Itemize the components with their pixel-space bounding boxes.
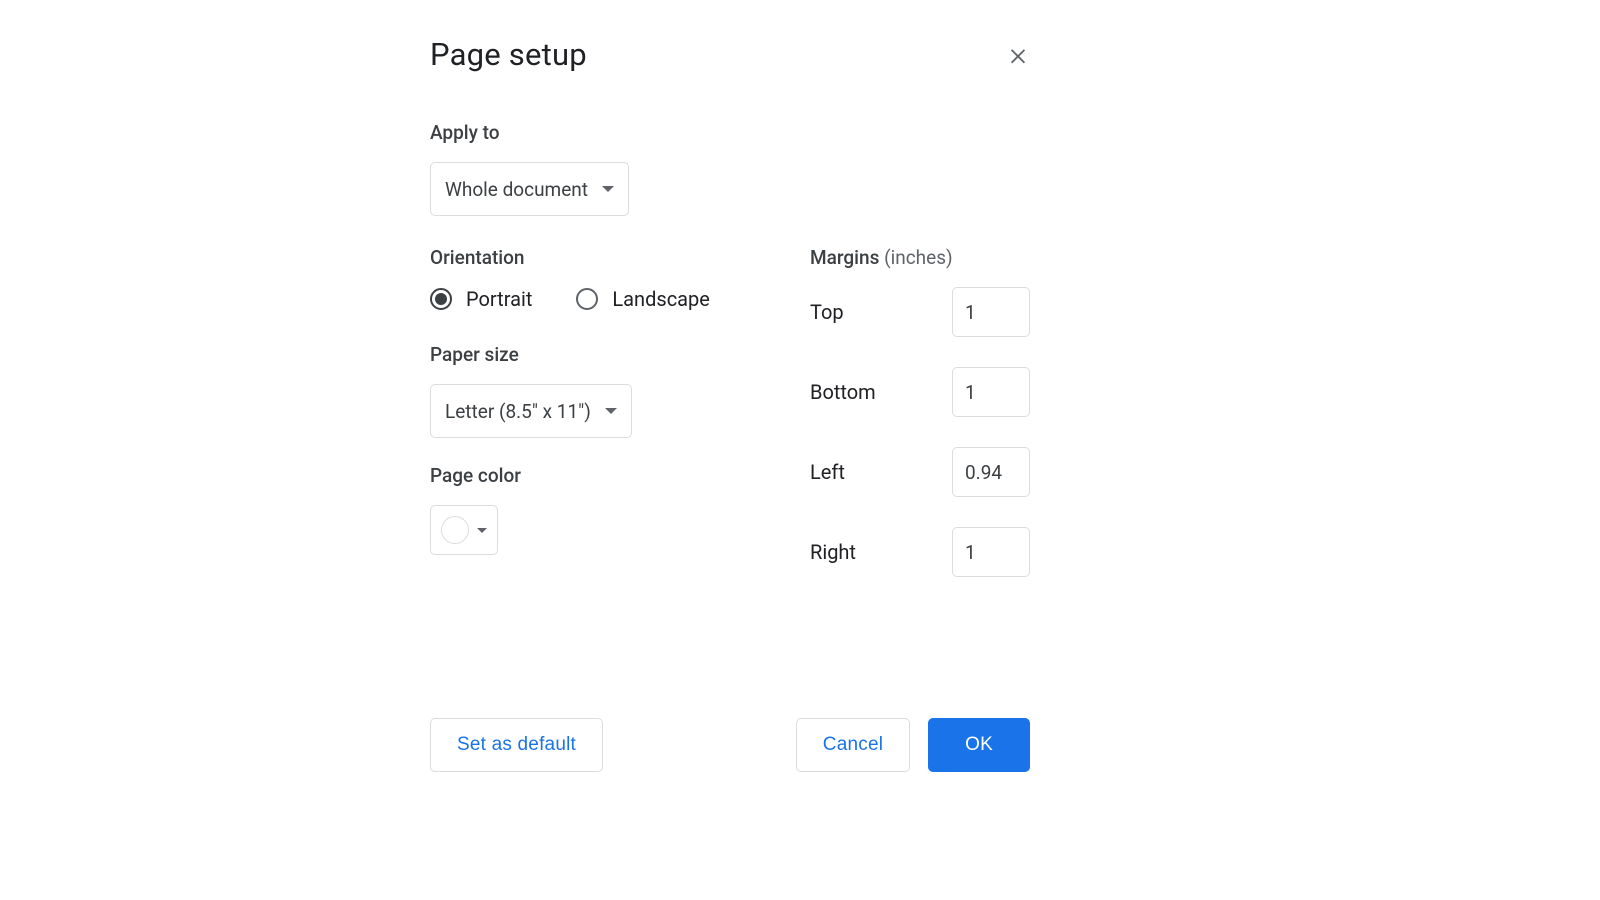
caret-down-icon [605,408,617,414]
caret-down-icon [602,186,614,192]
margins-label: Margins (inches) [810,246,1030,269]
close-icon [1007,44,1029,66]
orientation-portrait-label: Portrait [466,287,532,311]
color-swatch-icon [441,516,469,544]
set-as-default-button[interactable]: Set as default [430,718,603,772]
orientation-landscape-radio[interactable]: Landscape [576,287,709,311]
margin-right-input[interactable] [952,527,1030,577]
paper-size-select[interactable]: Letter (8.5" x 11") [430,384,632,438]
close-button[interactable] [1000,37,1036,73]
margin-right-label: Right [810,540,856,564]
dialog-footer: Set as default Cancel OK [430,718,1030,772]
margin-bottom-label: Bottom [810,380,876,404]
margin-left-label: Left [810,460,845,484]
paper-size-selected: Letter (8.5" x 11") [445,400,591,423]
cancel-button[interactable]: Cancel [796,718,910,772]
dialog-title: Page setup [430,36,587,73]
orientation-landscape-label: Landscape [612,287,709,311]
margin-bottom-input[interactable] [952,367,1030,417]
paper-size-label: Paper size [430,343,750,366]
apply-to-label: Apply to [430,121,1030,144]
page-color-select[interactable] [430,505,498,555]
page-color-label: Page color [430,464,750,487]
orientation-label: Orientation [430,246,750,269]
orientation-portrait-radio[interactable]: Portrait [430,287,532,311]
apply-to-selected: Whole document [445,178,588,201]
ok-button[interactable]: OK [928,718,1030,772]
radio-icon [430,288,452,310]
page-setup-dialog: Page setup Apply to Whole document Orien… [430,35,1030,607]
margin-left-input[interactable] [952,447,1030,497]
margin-top-label: Top [810,300,844,324]
apply-to-select[interactable]: Whole document [430,162,629,216]
caret-down-icon [477,528,487,533]
margin-top-input[interactable] [952,287,1030,337]
radio-icon [576,288,598,310]
